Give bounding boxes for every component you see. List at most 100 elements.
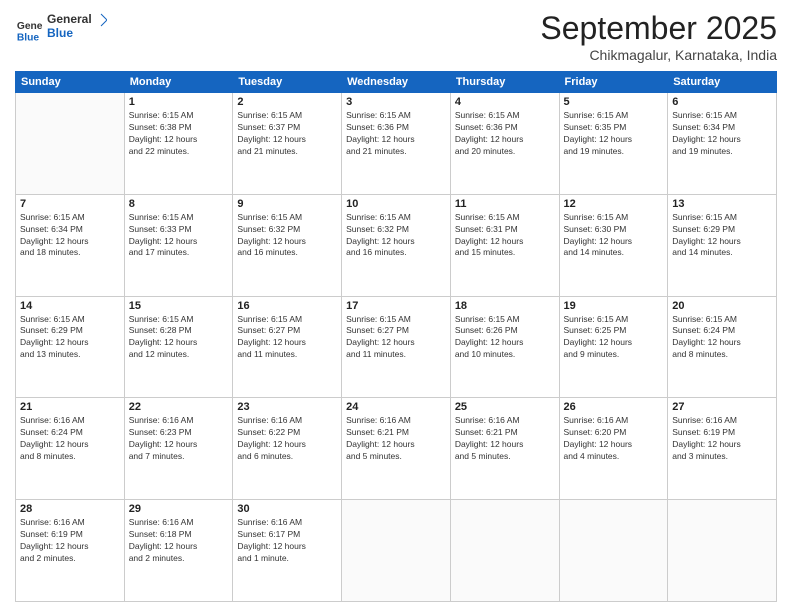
- day-number: 14: [20, 300, 120, 312]
- day-info: Sunrise: 6:15 AMSunset: 6:38 PMDaylight:…: [129, 110, 229, 158]
- day-number: 9: [237, 198, 337, 210]
- day-info: Sunrise: 6:15 AMSunset: 6:30 PMDaylight:…: [564, 212, 664, 260]
- logo-icon: General Blue: [15, 16, 43, 44]
- day-header-saturday: Saturday: [668, 72, 777, 93]
- day-info: Sunrise: 6:16 AMSunset: 6:19 PMDaylight:…: [672, 415, 772, 463]
- day-header-thursday: Thursday: [450, 72, 559, 93]
- calendar-cell: 29 Sunrise: 6:16 AMSunset: 6:18 PMDayligh…: [124, 500, 233, 602]
- day-info: Sunrise: 6:15 AMSunset: 6:29 PMDaylight:…: [20, 314, 120, 362]
- calendar-cell: 18Sunrise: 6:15 AMSunset: 6:26 PMDayligh…: [450, 296, 559, 398]
- week-row-5: 28 Sunrise: 6:16 AMSunset: 6:19 PMDayligh…: [16, 500, 777, 602]
- day-number: 2: [237, 96, 337, 108]
- day-number: 27: [672, 401, 772, 413]
- calendar-cell: 5Sunrise: 6:15 AMSunset: 6:35 PMDaylight…: [559, 93, 668, 195]
- calendar-cell: 28 Sunrise: 6:16 AMSunset: 6:19 PMDayligh…: [16, 500, 125, 602]
- day-header-wednesday: Wednesday: [342, 72, 451, 93]
- day-info: Sunrise: 6:16 AMSunset: 6:19 PMDaylight:…: [20, 517, 120, 565]
- calendar-cell: [16, 93, 125, 195]
- day-info: Sunrise: 6:15 AMSunset: 6:25 PMDaylight:…: [564, 314, 664, 362]
- day-number: 20: [672, 300, 772, 312]
- day-number: 11: [455, 198, 555, 210]
- day-info: Sunrise: 6:15 AMSunset: 6:29 PMDaylight:…: [672, 212, 772, 260]
- calendar-cell: 1Sunrise: 6:15 AMSunset: 6:38 PMDaylight…: [124, 93, 233, 195]
- day-header-friday: Friday: [559, 72, 668, 93]
- day-info: Sunrise: 6:16 AMSunset: 6:22 PMDaylight:…: [237, 415, 337, 463]
- calendar-cell: 9 Sunrise: 6:15 AMSunset: 6:32 PMDaylight…: [233, 194, 342, 296]
- svg-text:Blue: Blue: [17, 32, 40, 43]
- day-number: 10: [346, 198, 446, 210]
- calendar-cell: 13 Sunrise: 6:15 AMSunset: 6:29 PMDayligh…: [668, 194, 777, 296]
- calendar-cell: [668, 500, 777, 602]
- calendar-cell: 24 Sunrise: 6:16 AMSunset: 6:21 PMDayligh…: [342, 398, 451, 500]
- title-block: September 2025 Chikmagalur, Karnataka, I…: [540, 10, 777, 63]
- day-info: Sunrise: 6:16 AMSunset: 6:20 PMDaylight:…: [564, 415, 664, 463]
- day-number: 15: [129, 300, 229, 312]
- day-info: Sunrise: 6:15 AMSunset: 6:32 PMDaylight:…: [237, 212, 337, 260]
- day-info: Sunrise: 6:15 AMSunset: 6:34 PMDaylight:…: [20, 212, 120, 260]
- page: General Blue General Blue September 2025…: [0, 0, 792, 612]
- day-number: 8: [129, 198, 229, 210]
- day-info: Sunrise: 6:15 AMSunset: 6:32 PMDaylight:…: [346, 212, 446, 260]
- calendar-header-row: SundayMondayTuesdayWednesdayThursdayFrid…: [16, 72, 777, 93]
- day-number: 24: [346, 401, 446, 413]
- calendar-cell: 8 Sunrise: 6:15 AMSunset: 6:33 PMDaylight…: [124, 194, 233, 296]
- day-info: Sunrise: 6:15 AMSunset: 6:35 PMDaylight:…: [564, 110, 664, 158]
- day-number: 23: [237, 401, 337, 413]
- day-info: Sunrise: 6:15 AMSunset: 6:27 PMDaylight:…: [346, 314, 446, 362]
- day-info: Sunrise: 6:15 AMSunset: 6:26 PMDaylight:…: [455, 314, 555, 362]
- day-number: 28: [20, 503, 120, 515]
- day-number: 13: [672, 198, 772, 210]
- calendar-cell: 27 Sunrise: 6:16 AMSunset: 6:19 PMDayligh…: [668, 398, 777, 500]
- calendar-cell: 17 Sunrise: 6:15 AMSunset: 6:27 PMDayligh…: [342, 296, 451, 398]
- calendar-cell: 11 Sunrise: 6:15 AMSunset: 6:31 PMDayligh…: [450, 194, 559, 296]
- day-info: Sunrise: 6:15 AMSunset: 6:33 PMDaylight:…: [129, 212, 229, 260]
- calendar-cell: 22Sunrise: 6:16 AMSunset: 6:23 PMDayligh…: [124, 398, 233, 500]
- day-info: Sunrise: 6:15 AMSunset: 6:34 PMDaylight:…: [672, 110, 772, 158]
- day-info: Sunrise: 6:15 AMSunset: 6:31 PMDaylight:…: [455, 212, 555, 260]
- day-info: Sunrise: 6:16 AMSunset: 6:18 PMDaylight:…: [129, 517, 229, 565]
- day-info: Sunrise: 6:15 AMSunset: 6:36 PMDaylight:…: [455, 110, 555, 158]
- calendar-cell: 3Sunrise: 6:15 AMSunset: 6:36 PMDaylight…: [342, 93, 451, 195]
- svg-text:General: General: [47, 12, 92, 26]
- logo-svg: General Blue: [47, 10, 107, 44]
- day-number: 17: [346, 300, 446, 312]
- calendar-cell: [559, 500, 668, 602]
- calendar-cell: 14 Sunrise: 6:15 AMSunset: 6:29 PMDayligh…: [16, 296, 125, 398]
- day-number: 21: [20, 401, 120, 413]
- day-number: 16: [237, 300, 337, 312]
- calendar-cell: [342, 500, 451, 602]
- day-number: 25: [455, 401, 555, 413]
- day-info: Sunrise: 6:15 AMSunset: 6:36 PMDaylight:…: [346, 110, 446, 158]
- calendar-cell: 2Sunrise: 6:15 AMSunset: 6:37 PMDaylight…: [233, 93, 342, 195]
- day-info: Sunrise: 6:16 AMSunset: 6:17 PMDaylight:…: [237, 517, 337, 565]
- day-number: 29: [129, 503, 229, 515]
- calendar-cell: 6 Sunrise: 6:15 AMSunset: 6:34 PMDaylight…: [668, 93, 777, 195]
- calendar-cell: 30Sunrise: 6:16 AMSunset: 6:17 PMDayligh…: [233, 500, 342, 602]
- day-number: 12: [564, 198, 664, 210]
- day-number: 22: [129, 401, 229, 413]
- day-number: 26: [564, 401, 664, 413]
- location: Chikmagalur, Karnataka, India: [540, 47, 777, 63]
- day-info: Sunrise: 6:16 AMSunset: 6:21 PMDaylight:…: [346, 415, 446, 463]
- calendar-cell: 19Sunrise: 6:15 AMSunset: 6:25 PMDayligh…: [559, 296, 668, 398]
- week-row-4: 21 Sunrise: 6:16 AMSunset: 6:24 PMDayligh…: [16, 398, 777, 500]
- svg-text:Blue: Blue: [47, 26, 73, 40]
- day-number: 6: [672, 96, 772, 108]
- calendar-cell: 15Sunrise: 6:15 AMSunset: 6:28 PMDayligh…: [124, 296, 233, 398]
- day-info: Sunrise: 6:16 AMSunset: 6:24 PMDaylight:…: [20, 415, 120, 463]
- calendar-cell: 10 Sunrise: 6:15 AMSunset: 6:32 PMDayligh…: [342, 194, 451, 296]
- week-row-2: 7Sunrise: 6:15 AMSunset: 6:34 PMDaylight…: [16, 194, 777, 296]
- day-header-monday: Monday: [124, 72, 233, 93]
- header: General Blue General Blue September 2025…: [15, 10, 777, 63]
- day-info: Sunrise: 6:16 AMSunset: 6:21 PMDaylight:…: [455, 415, 555, 463]
- month-title: September 2025: [540, 10, 777, 47]
- day-header-sunday: Sunday: [16, 72, 125, 93]
- logo: General Blue General Blue: [15, 10, 107, 49]
- calendar-cell: 4Sunrise: 6:15 AMSunset: 6:36 PMDaylight…: [450, 93, 559, 195]
- day-header-tuesday: Tuesday: [233, 72, 342, 93]
- calendar-cell: 12 Sunrise: 6:15 AMSunset: 6:30 PMDayligh…: [559, 194, 668, 296]
- week-row-3: 14 Sunrise: 6:15 AMSunset: 6:29 PMDayligh…: [16, 296, 777, 398]
- calendar-cell: 26 Sunrise: 6:16 AMSunset: 6:20 PMDayligh…: [559, 398, 668, 500]
- week-row-1: 1Sunrise: 6:15 AMSunset: 6:38 PMDaylight…: [16, 93, 777, 195]
- calendar-cell: 21 Sunrise: 6:16 AMSunset: 6:24 PMDayligh…: [16, 398, 125, 500]
